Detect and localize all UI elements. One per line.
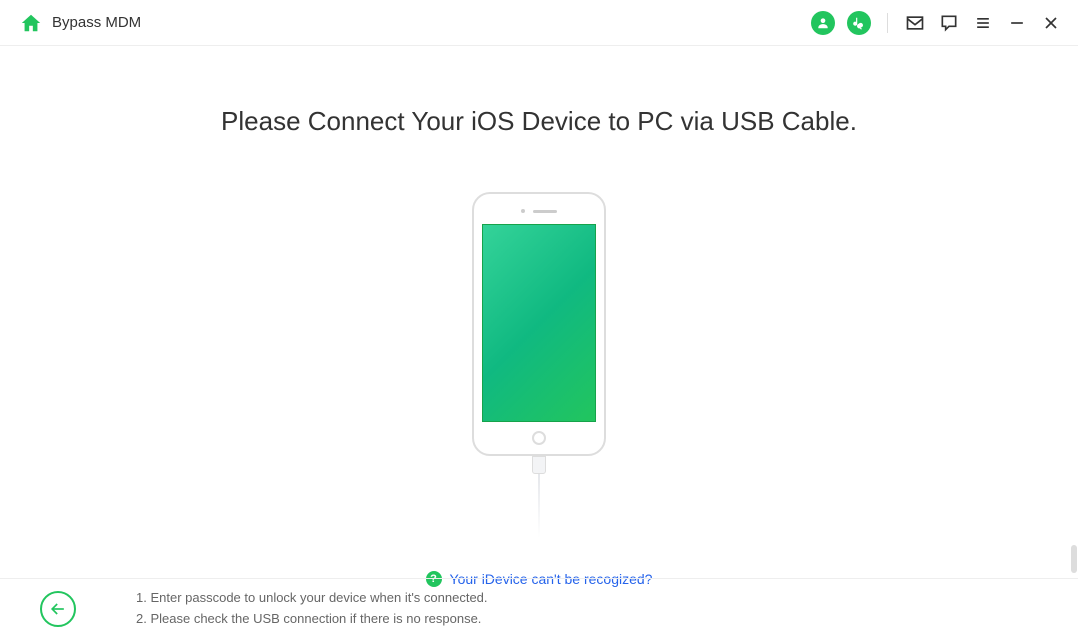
music-search-icon[interactable] [847,11,871,35]
footer-bar: 1. Enter passcode to unlock your device … [0,578,1078,638]
phone-home-button [532,431,546,445]
account-icon[interactable] [811,11,835,35]
mail-icon[interactable] [904,12,926,34]
cable-connector-icon [532,456,546,474]
main-content: Please Connect Your iOS Device to PC via… [0,46,1078,587]
page-title: Bypass MDM [52,14,141,31]
footer-instructions: 1. Enter passcode to unlock your device … [136,588,488,630]
instruction-line-2: 2. Please check the USB connection if th… [136,609,488,630]
header-right [811,11,1062,35]
header-left: Bypass MDM [20,12,141,34]
instruction-line-1: 1. Enter passcode to unlock your device … [136,588,488,609]
phone-screen [482,224,596,422]
scrollbar-thumb[interactable] [1071,545,1077,573]
menu-icon[interactable] [972,12,994,34]
close-icon[interactable] [1040,12,1062,34]
header-bar: Bypass MDM [0,0,1078,46]
home-icon[interactable] [20,12,42,34]
minimize-icon[interactable] [1006,12,1028,34]
feedback-icon[interactable] [938,12,960,34]
back-button[interactable] [40,591,76,627]
instruction-heading: Please Connect Your iOS Device to PC via… [0,106,1078,137]
phone-illustration [472,192,606,538]
cable-line [538,474,540,538]
phone-speaker [521,209,557,213]
vertical-divider [887,13,888,33]
phone-body [472,192,606,456]
